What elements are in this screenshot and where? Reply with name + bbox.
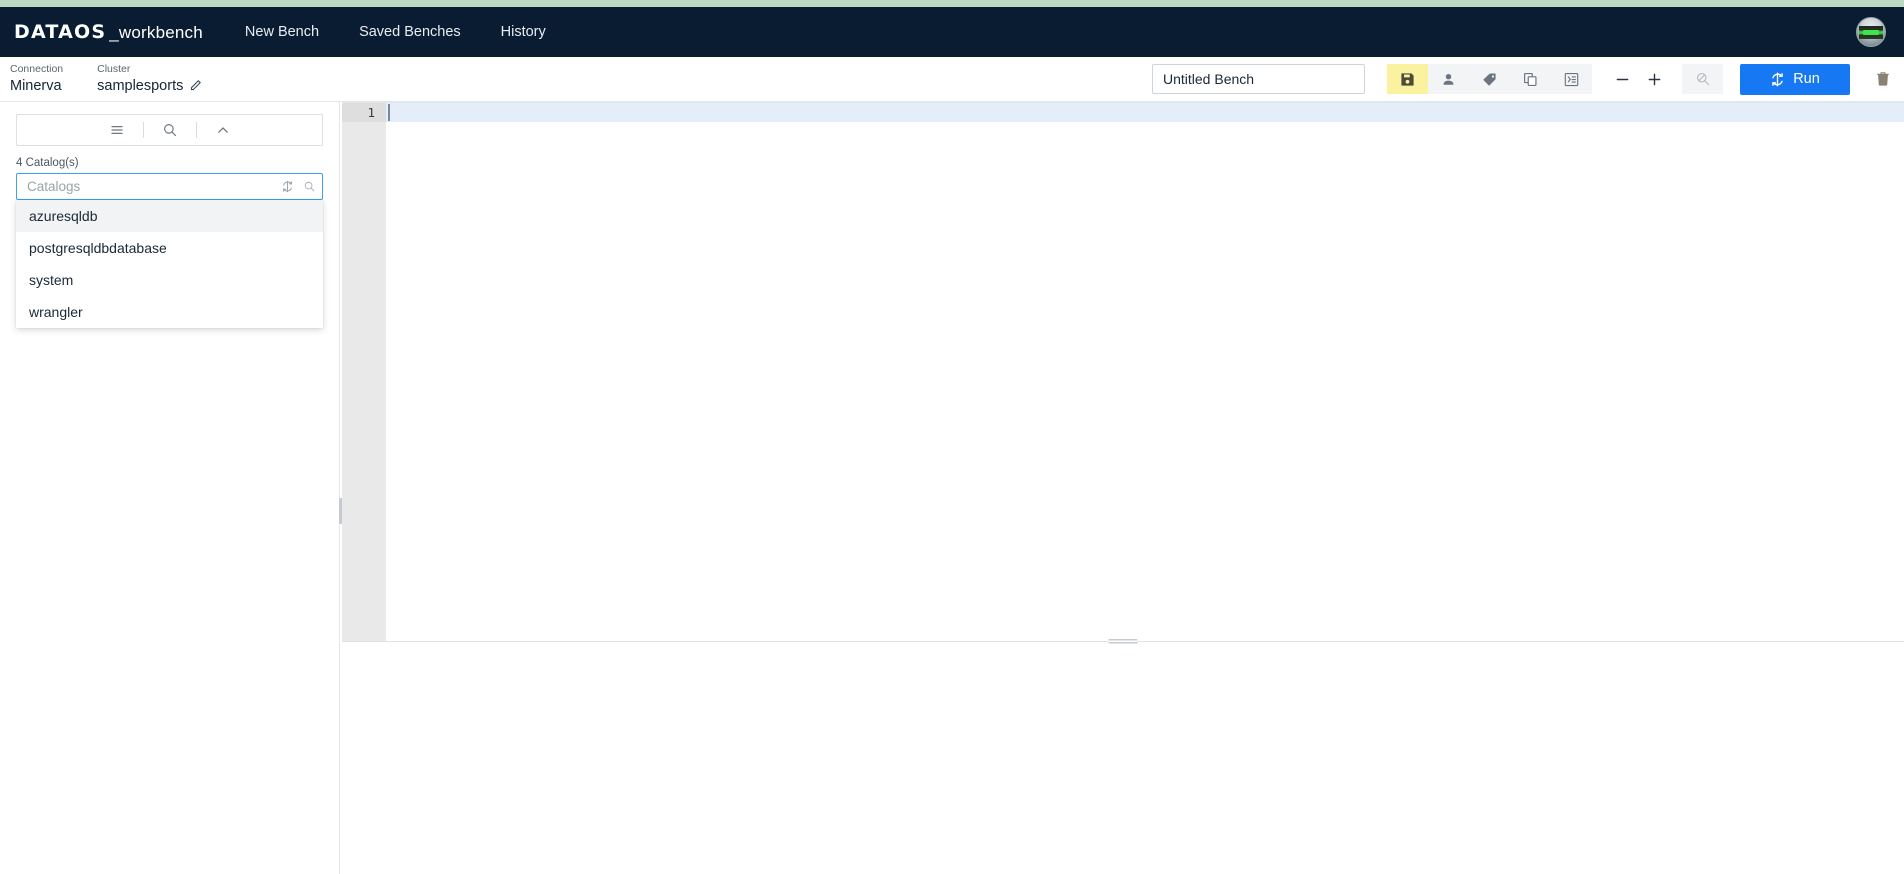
minus-icon: [1616, 78, 1628, 80]
editor-active-line[interactable]: [386, 103, 1904, 122]
share-user-button[interactable]: [1428, 64, 1469, 94]
workbench-toolbar: Connection Minerva Cluster samplesports: [0, 57, 1904, 102]
catalog-option-postgresqldbdatabase[interactable]: postgresqldbdatabase: [16, 232, 323, 264]
format-indent-icon: [1564, 72, 1579, 87]
app-logo[interactable]: DATAOS _workbench: [14, 21, 203, 43]
copy-icon: [1523, 72, 1538, 87]
workspace: 4 Catalog(s) Catalogs azuresqldb postgre…: [0, 102, 1904, 874]
main-navbar: DATAOS _workbench New Bench Saved Benche…: [0, 7, 1904, 57]
toolbar-actions: Run: [1152, 63, 1904, 95]
nav-history[interactable]: History: [499, 20, 548, 44]
brand-secondary: _workbench: [109, 23, 203, 42]
tags-button[interactable]: [1469, 64, 1510, 94]
catalog-option-wrangler[interactable]: wrangler: [16, 296, 323, 328]
cluster-label: Cluster: [97, 63, 131, 76]
search-query-button[interactable]: [1682, 64, 1723, 94]
run-button[interactable]: Run: [1740, 63, 1850, 95]
plus-icon: [1648, 73, 1660, 85]
save-button[interactable]: [1387, 64, 1428, 94]
text-caret: [388, 104, 390, 121]
catalog-option-azuresqldb[interactable]: azuresqldb: [16, 200, 323, 232]
catalog-search-wrapper: [16, 173, 323, 200]
primary-nav: New Bench Saved Benches History: [243, 20, 548, 44]
connection-info: Connection Minerva Cluster samplesports: [10, 63, 202, 94]
search-icon: [163, 124, 176, 137]
duplicate-button[interactable]: [1510, 64, 1551, 94]
sql-editor-pane: 1: [342, 102, 1904, 641]
cluster-value-row: samplesports: [97, 77, 202, 95]
results-resizer-grip[interactable]: [1108, 639, 1138, 645]
results-pane: [342, 651, 1904, 874]
editor-column: 1: [342, 102, 1904, 874]
zoom-in-button[interactable]: [1638, 64, 1670, 94]
delete-bench-button[interactable]: [1868, 64, 1898, 94]
catalog-sidebar: 4 Catalog(s) Catalogs azuresqldb postgre…: [0, 102, 339, 874]
results-resizer[interactable]: [342, 639, 1904, 651]
edit-pencil-icon[interactable]: [189, 79, 202, 92]
connection-value: Minerva: [10, 77, 62, 94]
gutter-line-number: 1: [342, 103, 386, 122]
refresh-icon[interactable]: [281, 180, 294, 193]
nav-new-bench[interactable]: New Bench: [243, 20, 321, 44]
nav-saved-benches[interactable]: Saved Benches: [357, 20, 463, 44]
person-icon: [1441, 72, 1456, 87]
trash-icon: [1875, 71, 1891, 87]
avatar[interactable]: [1856, 17, 1886, 47]
search-disabled-icon: [1695, 71, 1711, 87]
format-button[interactable]: [1551, 64, 1592, 94]
editor-gutter: 1: [342, 103, 386, 641]
search-icon[interactable]: [303, 180, 316, 193]
navbar-right: [1856, 17, 1886, 47]
cluster-block: Cluster samplesports: [97, 63, 202, 94]
zoom-controls: [1606, 64, 1670, 94]
run-button-label: Run: [1793, 71, 1820, 87]
sidebar-search-button[interactable]: [144, 115, 196, 145]
sidebar-menu-button[interactable]: [91, 115, 143, 145]
menu-icon: [110, 125, 123, 135]
sql-code-area[interactable]: [386, 103, 1904, 641]
catalog-count-label: 4 Catalog(s): [16, 157, 79, 169]
connection-label: Connection: [10, 63, 64, 76]
sidebar-collapse-button[interactable]: [197, 115, 249, 145]
cluster-value: samplesports: [97, 77, 184, 94]
top-accent-strip: [0, 0, 1904, 7]
save-icon: [1400, 72, 1415, 87]
toolbar-icon-group: [1387, 64, 1592, 94]
bench-name-input[interactable]: [1152, 64, 1365, 94]
catalog-input-icons: [281, 173, 316, 200]
run-refresh-icon: [1770, 71, 1785, 87]
catalog-dropdown: azuresqldb postgresqldbdatabase system w…: [16, 200, 323, 328]
connection-block: Connection Minerva: [10, 63, 63, 94]
collapse-up-icon: [217, 127, 228, 133]
sidebar-toolbar: [16, 114, 323, 146]
zoom-out-button[interactable]: [1606, 64, 1638, 94]
catalog-search-input[interactable]: [16, 173, 323, 200]
catalog-option-system[interactable]: system: [16, 264, 323, 296]
brand-primary: DATAOS: [14, 21, 107, 43]
tag-icon: [1482, 72, 1497, 87]
